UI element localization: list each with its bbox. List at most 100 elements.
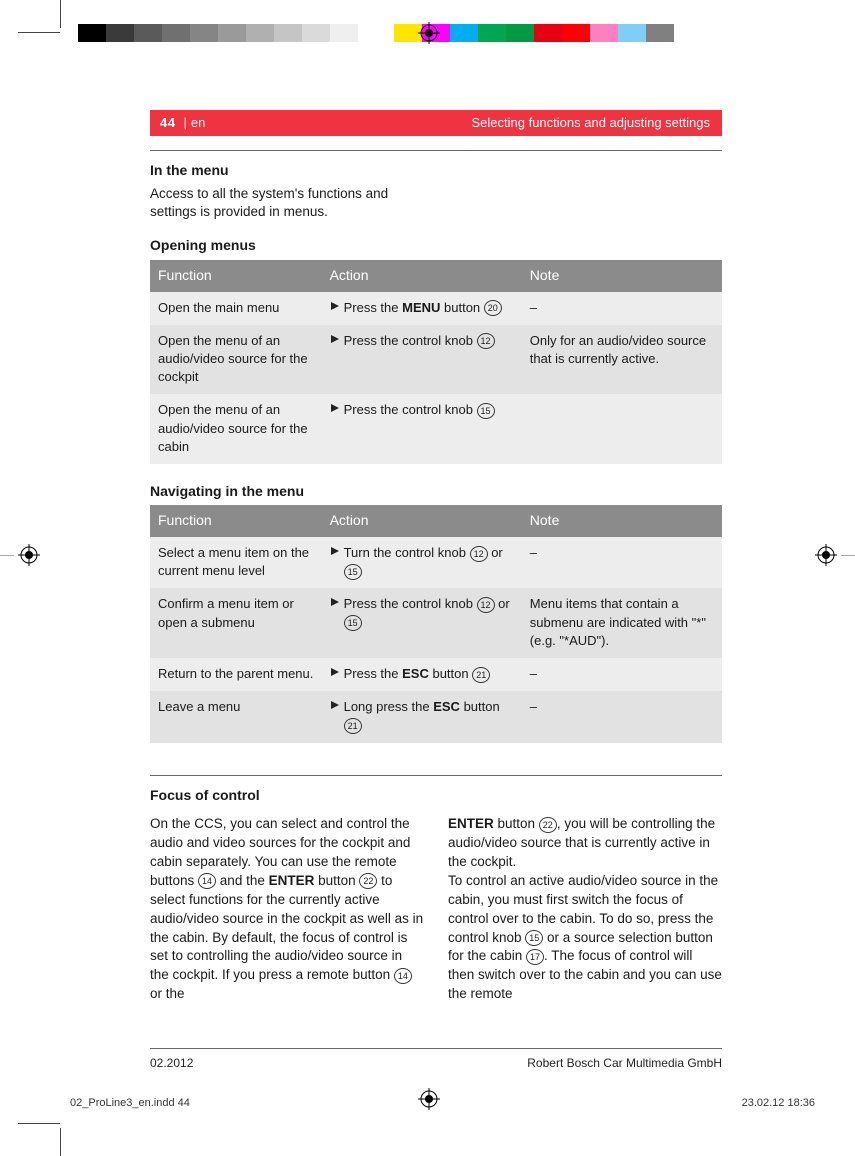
cell-note: – [522, 537, 722, 588]
rule [150, 150, 722, 151]
reference-number-icon: 12 [477, 597, 495, 613]
color-swatch [358, 24, 386, 42]
cell-action: Press the ESC button 21 [322, 658, 522, 691]
cell-function: Leave a menu [150, 691, 322, 742]
reference-number-icon: 15 [344, 615, 362, 631]
color-swatch [302, 24, 330, 42]
registration-mark-icon [18, 544, 40, 566]
color-swatch [506, 24, 534, 42]
table-header-row: Function Action Note [150, 260, 722, 292]
color-swatch [330, 24, 358, 42]
col-action: Action [322, 505, 522, 537]
crop-mark [60, 1128, 61, 1156]
rule [150, 775, 722, 776]
col-note: Note [522, 260, 722, 292]
action-text: Press the MENU button 20 [344, 299, 514, 317]
heading-navigating: Navigating in the menu [150, 482, 722, 502]
color-swatch [618, 24, 646, 42]
cell-action: Press the control knob 12 or 15 [322, 588, 522, 658]
print-sheet: 44 | en Selecting functions and adjustin… [0, 0, 855, 1156]
cell-action: Press the control knob 15 [322, 394, 522, 464]
table-row: Confirm a menu item or open a submenu Pre… [150, 588, 722, 658]
color-swatch [562, 24, 590, 42]
table-row: Open the main menu Press the MENU button … [150, 292, 722, 325]
navigating-table: Function Action Note Select a menu item … [150, 505, 722, 742]
color-swatch [386, 24, 394, 42]
reference-number-icon: 14 [394, 968, 412, 984]
language-code: en [191, 114, 213, 132]
reference-number-icon: 21 [472, 667, 490, 683]
color-swatch [190, 24, 218, 42]
crop-mark [841, 555, 855, 556]
table-row: Return to the parent menu.Press the ESC … [150, 658, 722, 691]
crop-mark [60, 0, 61, 28]
focus-col-left: On the CCS, you can select and control t… [150, 815, 424, 1004]
color-swatch [106, 24, 134, 42]
bullet-triangle-icon [330, 544, 344, 580]
crop-mark [18, 32, 60, 33]
heading-in-the-menu: In the menu [150, 161, 722, 181]
bullet-triangle-icon [330, 401, 344, 419]
reference-number-icon: 22 [359, 873, 377, 889]
table-row: Leave a menuLong press the ESC button 21… [150, 691, 722, 742]
color-swatch [246, 24, 274, 42]
focus-columns: On the CCS, you can select and control t… [150, 815, 722, 1004]
col-note: Note [522, 505, 722, 537]
action-text: Press the control knob 15 [344, 401, 514, 419]
action-text: Press the ESC button 21 [344, 665, 514, 683]
reference-number-icon: 15 [477, 403, 495, 419]
reference-number-icon: 17 [526, 949, 544, 965]
header-separator: | [181, 114, 190, 132]
color-swatch [450, 24, 478, 42]
bullet-triangle-icon [330, 332, 344, 350]
reference-number-icon: 15 [344, 564, 362, 580]
slug-timestamp: 23.02.12 18:36 [742, 1096, 815, 1111]
cell-function: Select a menu item on the current menu l… [150, 537, 322, 588]
color-swatch [218, 24, 246, 42]
bullet-triangle-icon [330, 665, 344, 683]
cell-action: Press the control knob 12 [322, 325, 522, 395]
reference-number-icon: 15 [525, 930, 543, 946]
color-swatch [646, 24, 674, 42]
section-title: Selecting functions and adjusting settin… [472, 114, 723, 132]
footer-company: Robert Bosch Car Multimedia GmbH [527, 1055, 722, 1072]
cell-note [522, 394, 722, 464]
page-header-bar: 44 | en Selecting functions and adjustin… [150, 110, 722, 136]
table-row: Select a menu item on the current menu l… [150, 537, 722, 588]
reference-number-icon: 21 [344, 718, 362, 734]
color-swatch [134, 24, 162, 42]
action-text: Turn the control knob 12 or 15 [344, 544, 514, 580]
color-swatch [478, 24, 506, 42]
page-footer: 02.2012 Robert Bosch Car Multimedia GmbH [150, 1048, 722, 1072]
reference-number-icon: 14 [198, 873, 216, 889]
cell-note: – [522, 691, 722, 742]
cell-note: Only for an audio/video source that is c… [522, 325, 722, 395]
opening-menus-table: Function Action Note Open the main menu P… [150, 260, 722, 464]
focus-col-right: ENTER button 22, you will be controlling… [448, 815, 722, 1004]
heading-focus: Focus of control [150, 786, 722, 806]
cell-function: Open the main menu [150, 292, 322, 325]
cell-function: Confirm a menu item or open a submenu [150, 588, 322, 658]
registration-mark-icon [418, 22, 440, 44]
slug-line: 02_ProLine3_en.indd 44 23.02.12 18:36 [70, 1096, 815, 1111]
col-function: Function [150, 505, 322, 537]
bullet-triangle-icon [330, 595, 344, 631]
action-text: Press the control knob 12 or 15 [344, 595, 514, 631]
action-text: Press the control knob 12 [344, 332, 514, 350]
col-function: Function [150, 260, 322, 292]
cell-note: – [522, 658, 722, 691]
cell-function: Open the menu of an audio/video source f… [150, 325, 322, 395]
table-row: Open the menu of an audio/video source f… [150, 325, 722, 395]
color-swatch [78, 24, 106, 42]
cell-note: Menu items that contain a submenu are in… [522, 588, 722, 658]
cell-action: Long press the ESC button 21 [322, 691, 522, 742]
intro-text: Access to all the system's functions and… [150, 185, 410, 223]
cell-action: Press the MENU button 20 [322, 292, 522, 325]
reference-number-icon: 12 [477, 333, 495, 349]
color-swatch [162, 24, 190, 42]
reference-number-icon: 22 [539, 817, 557, 833]
bullet-triangle-icon [330, 698, 344, 734]
page-content: 44 | en Selecting functions and adjustin… [150, 110, 722, 1004]
cell-function: Open the menu of an audio/video source f… [150, 394, 322, 464]
reference-number-icon: 20 [484, 300, 502, 316]
